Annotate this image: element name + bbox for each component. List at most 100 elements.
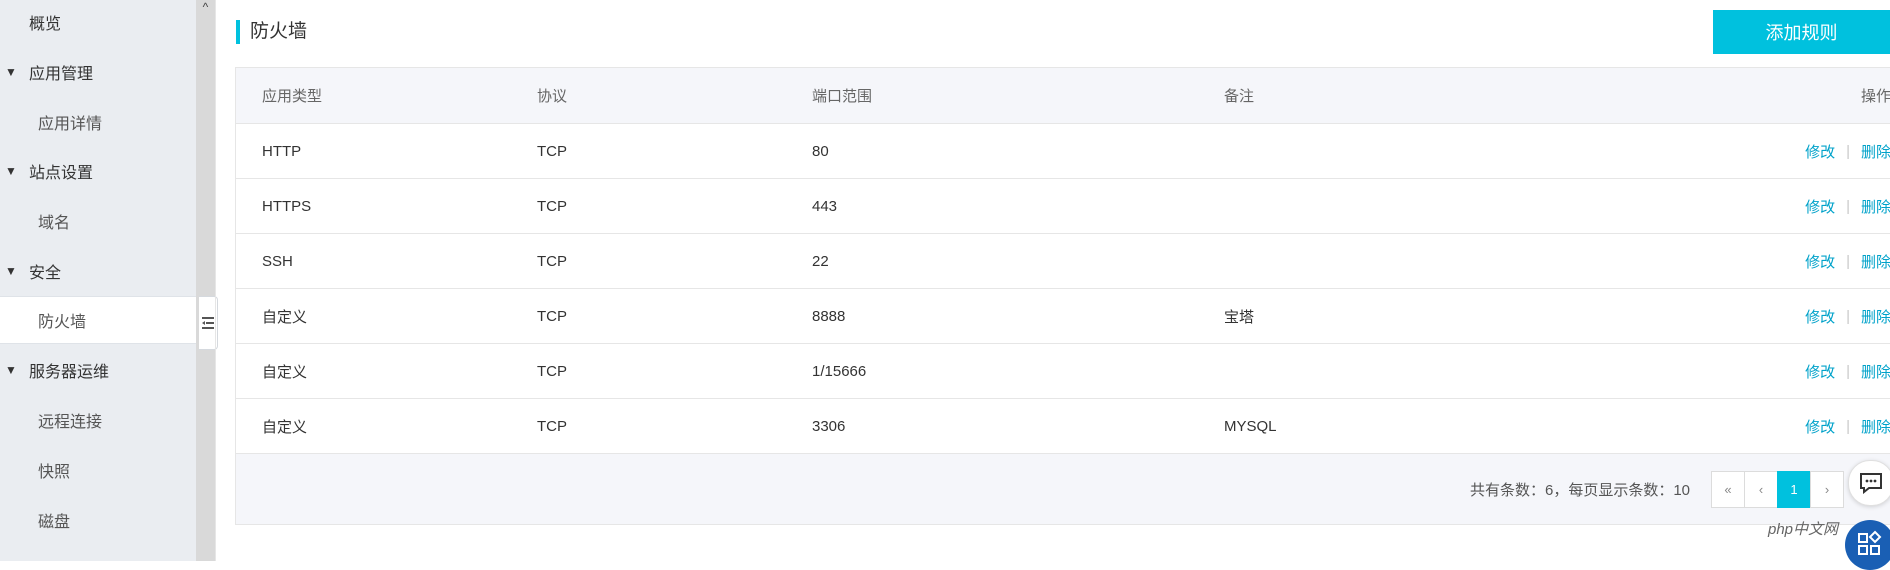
cell-port: 80	[812, 142, 829, 160]
sidebar-item-label: 概览	[29, 16, 62, 33]
table-row: 自定义 TCP 8888 宝塔 修改 | 删除	[236, 288, 1890, 343]
edit-link[interactable]: 修改	[1805, 306, 1835, 327]
row-actions: 修改 | 删除	[1805, 196, 1890, 217]
sidebar: 概览 ▼ 应用管理 应用详情 ▼ 站点设置 域名 ▼ 安全 防火墙 ▼ 服务器运…	[0, 0, 196, 561]
sidebar-group-label: 服务器运维	[29, 364, 110, 381]
caret-down-icon: ▼	[5, 264, 17, 278]
cell-protocol: TCP	[537, 307, 567, 325]
delete-link[interactable]: 删除	[1861, 361, 1890, 382]
edit-link[interactable]: 修改	[1805, 251, 1835, 272]
chat-button[interactable]	[1848, 460, 1890, 506]
cell-type: HTTP	[262, 142, 302, 160]
action-separator: |	[1846, 362, 1850, 380]
sidebar-group-label: 站点设置	[29, 165, 94, 182]
cell-port: 3306	[812, 417, 846, 435]
pagination-info: 共有条数：6，每页显示条数：10	[1470, 482, 1691, 499]
edit-link[interactable]: 修改	[1805, 361, 1835, 382]
column-header-type: 应用类型	[262, 88, 323, 105]
watermark: php中文网	[1768, 521, 1839, 538]
column-header-protocol: 协议	[537, 88, 568, 105]
sidebar-group-server-ops[interactable]: ▼ 服务器运维	[0, 345, 196, 395]
caret-down-icon: ▼	[5, 164, 17, 178]
cell-protocol: TCP	[537, 197, 567, 215]
cell-protocol: TCP	[537, 362, 567, 380]
cell-type: 自定义	[262, 308, 308, 326]
sidebar-item-label: 防火墙	[38, 314, 87, 331]
delete-link[interactable]: 删除	[1861, 196, 1890, 217]
divider	[215, 0, 216, 561]
action-separator: |	[1846, 197, 1850, 215]
cell-protocol: TCP	[537, 142, 567, 160]
sidebar-item-disk[interactable]: 磁盘	[0, 495, 196, 545]
first-page-button[interactable]: «	[1711, 471, 1745, 508]
page-1-button[interactable]: 1	[1777, 471, 1811, 508]
row-actions: 修改 | 删除	[1805, 361, 1890, 382]
cell-protocol: TCP	[537, 417, 567, 435]
table-row: 自定义 TCP 3306 MYSQL 修改 | 删除	[236, 398, 1890, 453]
add-rule-button[interactable]: 添加规则	[1713, 10, 1890, 54]
sidebar-item-label: 快照	[38, 464, 71, 481]
table-row: 自定义 TCP 1/15666 修改 | 删除	[236, 343, 1890, 398]
cell-type: 自定义	[262, 363, 308, 381]
floating-tool-button[interactable]	[1845, 520, 1890, 570]
sidebar-item-domain[interactable]: 域名	[0, 196, 196, 246]
sidebar-group-site-settings[interactable]: ▼ 站点设置	[0, 146, 196, 196]
sidebar-item-remote-connect[interactable]: 远程连接	[0, 395, 196, 445]
row-actions: 修改 | 删除	[1805, 416, 1890, 437]
row-actions: 修改 | 删除	[1805, 251, 1890, 272]
sidebar-group-security[interactable]: ▼ 安全	[0, 246, 196, 296]
row-actions: 修改 | 删除	[1805, 306, 1890, 327]
cell-port: 443	[812, 197, 838, 215]
table-row: HTTPS TCP 443 修改 | 删除	[236, 178, 1890, 233]
column-header-actions: 操作	[1860, 88, 1890, 105]
prev-page-button[interactable]: ‹	[1744, 471, 1778, 508]
delete-link[interactable]: 删除	[1861, 251, 1890, 272]
cell-note: 宝塔	[1224, 308, 1255, 326]
delete-link[interactable]: 删除	[1861, 141, 1890, 162]
caret-down-icon: ▼	[5, 363, 17, 377]
cell-type: 自定义	[262, 418, 308, 436]
cell-protocol: TCP	[537, 252, 567, 270]
cell-port: 22	[812, 252, 829, 270]
title-accent-bar	[236, 20, 240, 44]
sidebar-item-app-detail[interactable]: 应用详情	[0, 97, 196, 147]
cell-type: HTTPS	[262, 197, 312, 215]
sidebar-group-app-mgmt[interactable]: ▼ 应用管理	[0, 47, 196, 97]
column-header-note: 备注	[1224, 88, 1255, 105]
delete-link[interactable]: 删除	[1861, 416, 1890, 437]
row-actions: 修改 | 删除	[1805, 141, 1890, 162]
action-separator: |	[1846, 307, 1850, 325]
column-header-port: 端口范围	[812, 88, 873, 105]
grid-icon	[1858, 530, 1882, 555]
sidebar-item-firewall[interactable]: 防火墙	[0, 296, 196, 344]
scroll-up-icon[interactable]: ^	[196, 0, 215, 18]
edit-link[interactable]: 修改	[1805, 416, 1835, 437]
cell-note: MYSQL	[1224, 417, 1277, 435]
action-separator: |	[1846, 417, 1850, 435]
delete-link[interactable]: 删除	[1861, 306, 1890, 327]
collapse-menu-icon	[202, 317, 214, 329]
sidebar-scrollbar[interactable]	[196, 0, 215, 561]
edit-link[interactable]: 修改	[1805, 141, 1835, 162]
sidebar-item-label: 远程连接	[38, 414, 103, 431]
sidebar-item-snapshot[interactable]: 快照	[0, 445, 196, 495]
cell-type: SSH	[262, 252, 293, 270]
table-row: SSH TCP 22 修改 | 删除	[236, 233, 1890, 288]
edit-link[interactable]: 修改	[1805, 196, 1835, 217]
cell-port: 8888	[812, 307, 846, 325]
cell-port: 1/15666	[812, 362, 867, 380]
sidebar-group-label: 安全	[29, 265, 62, 282]
next-page-button[interactable]: ›	[1810, 471, 1844, 508]
sidebar-group-label: 应用管理	[29, 66, 94, 83]
sidebar-item-label: 磁盘	[38, 514, 71, 531]
chat-icon	[1860, 473, 1882, 494]
pagination-bar: 共有条数：6，每页显示条数：10 « ‹ 1 ›	[236, 453, 1890, 525]
action-separator: |	[1846, 142, 1850, 160]
sidebar-item-label: 应用详情	[38, 116, 103, 133]
page-title: 防火墙	[250, 21, 308, 42]
sidebar-item-overview[interactable]: 概览	[0, 0, 196, 44]
table-header: 应用类型 协议 端口范围 备注 操作	[236, 67, 1890, 123]
firewall-table: 应用类型 协议 端口范围 备注 操作 HTTP TCP 80 修改 | 删除 H…	[235, 67, 1890, 525]
table-row: HTTP TCP 80 修改 | 删除	[236, 123, 1890, 178]
caret-down-icon: ▼	[5, 65, 17, 79]
